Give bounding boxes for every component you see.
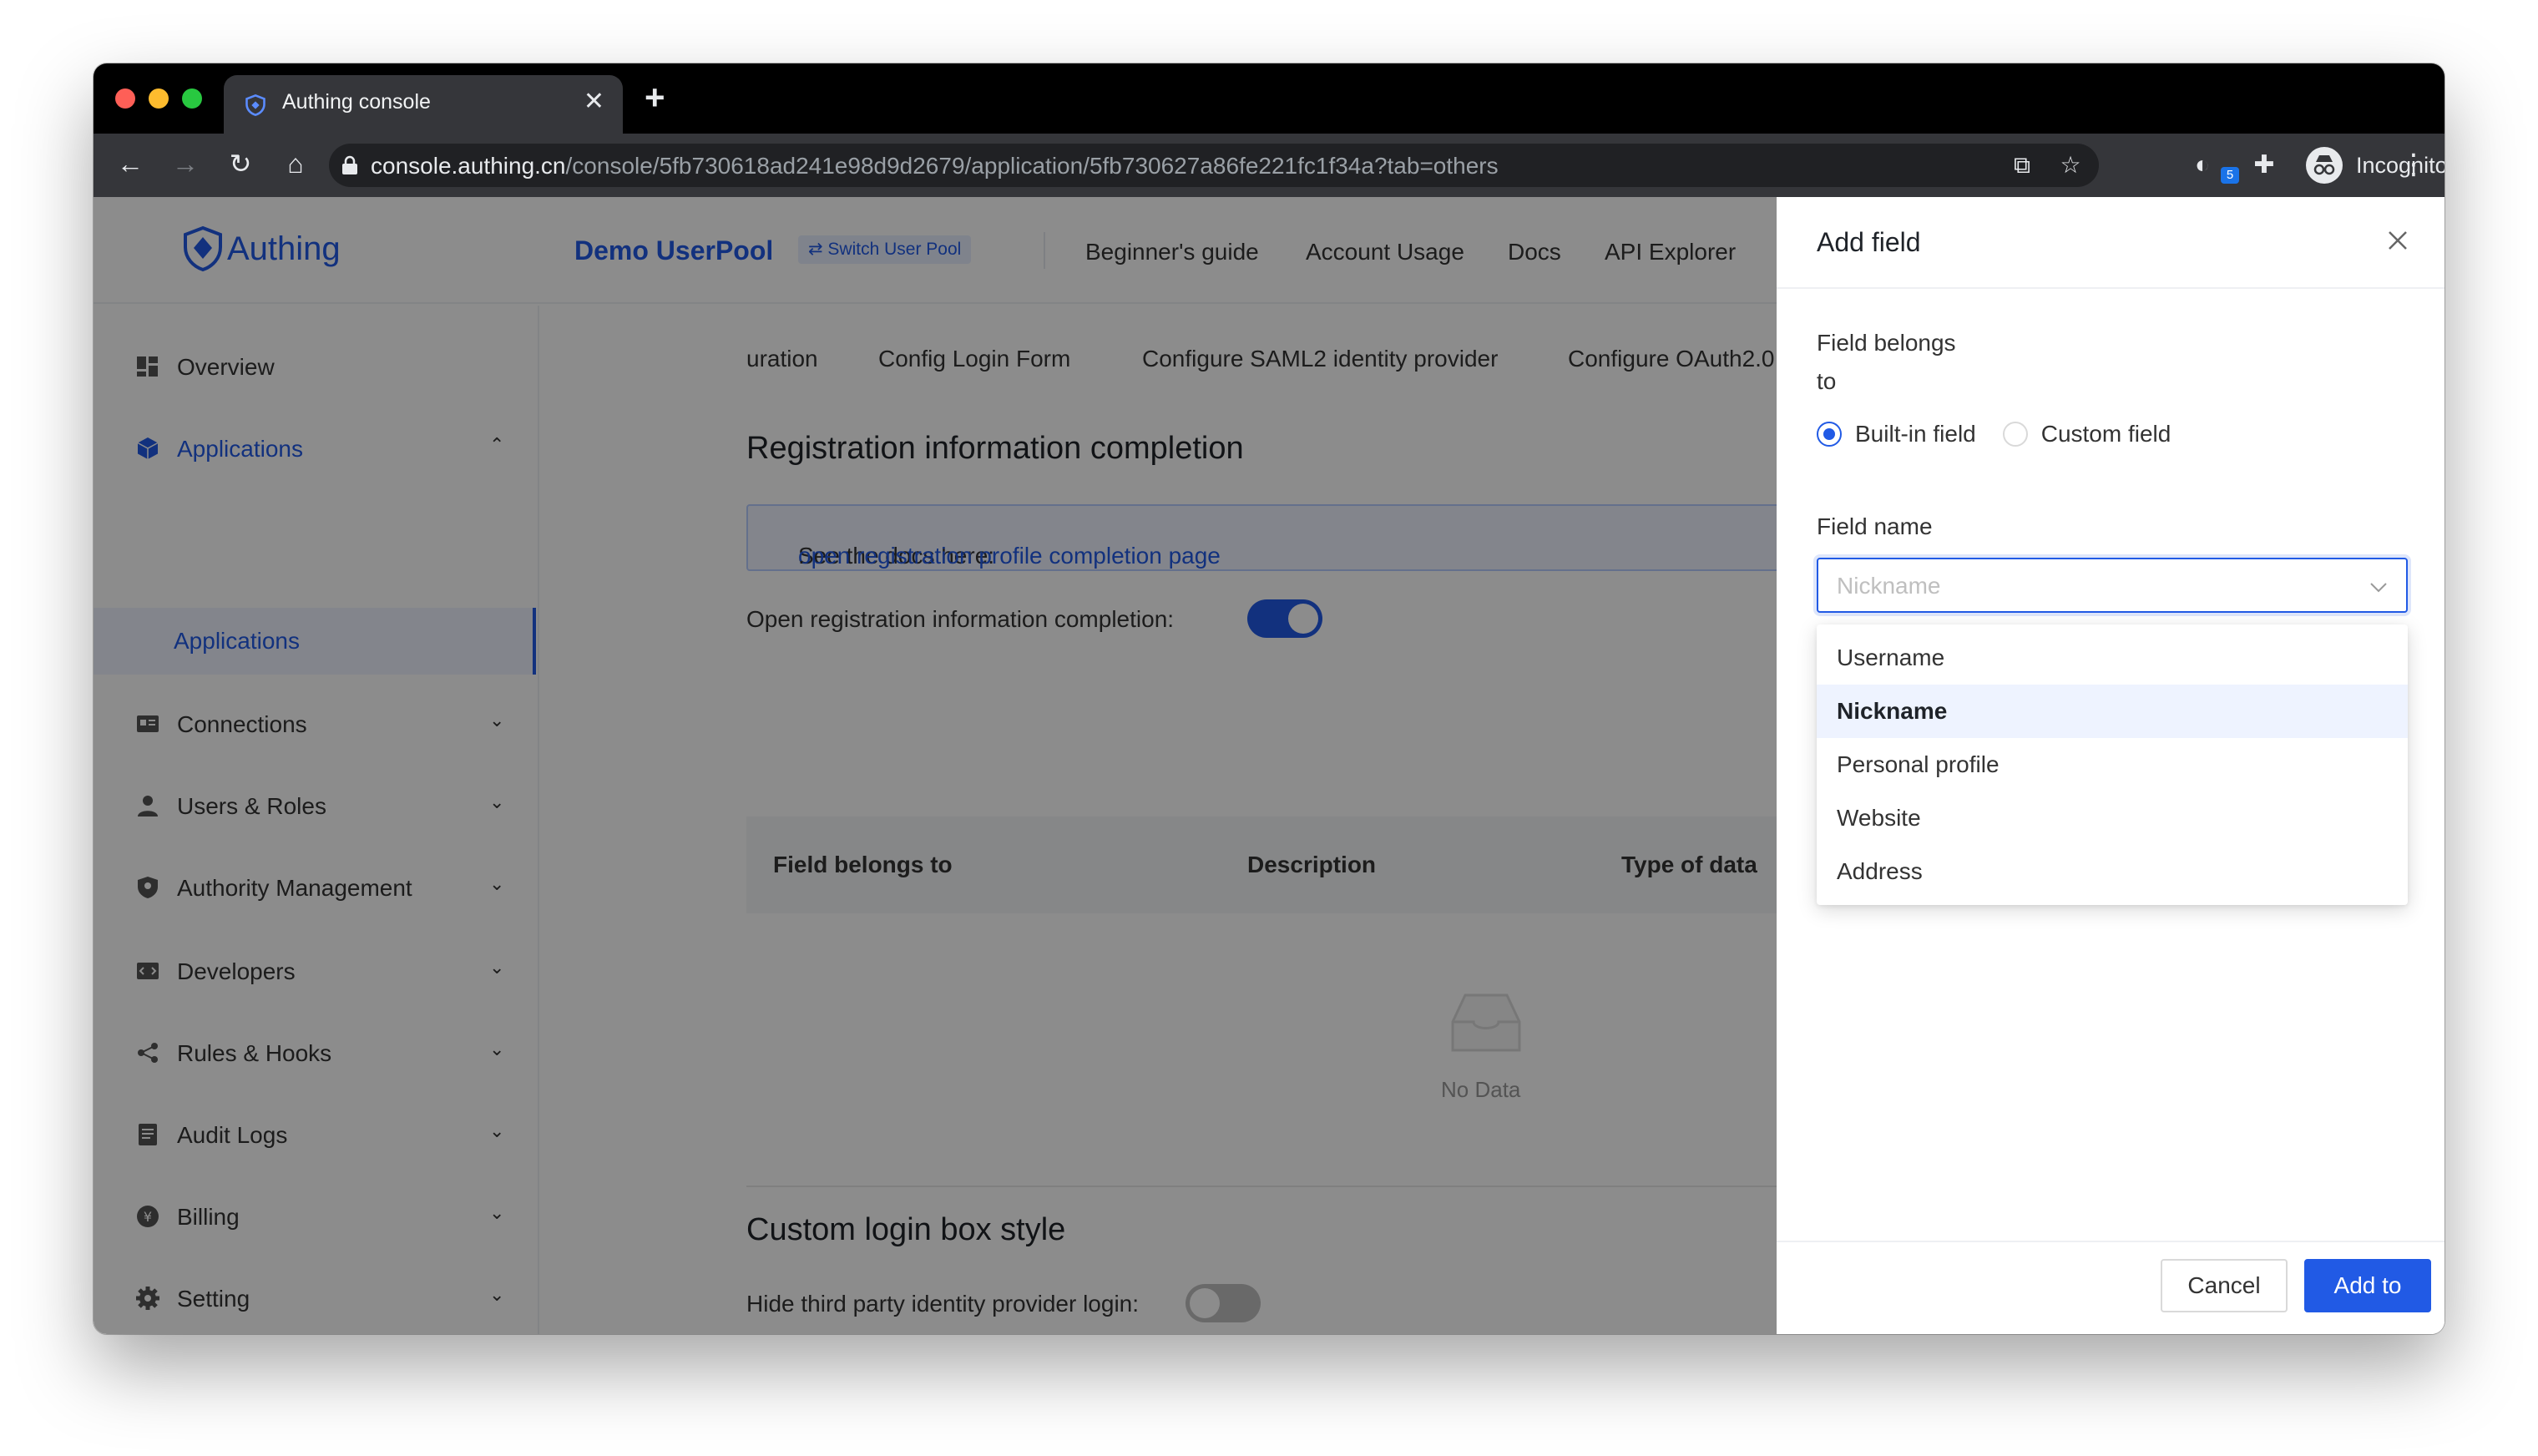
minimize-window-button[interactable] (149, 88, 169, 109)
modal-mask[interactable] (94, 197, 1870, 1334)
lock-icon (342, 155, 357, 174)
select-placeholder: Nickname (1837, 573, 1941, 599)
browser-tab[interactable]: Authing console ✕ (224, 75, 623, 134)
field-name-select[interactable]: Nickname (1817, 558, 2408, 613)
dropdown-option-nickname[interactable]: Nickname (1817, 685, 2408, 738)
dropdown-option-website[interactable]: Website (1817, 791, 2408, 845)
translate-icon[interactable]: ⧉ (2009, 152, 2035, 179)
dropdown-option-username[interactable]: Username (1817, 631, 2408, 685)
drawer-footer: Cancel Add to (1777, 1241, 2444, 1334)
radio-custom-field[interactable]: Custom field (2002, 421, 2171, 447)
field-type-radio-group: Built-in field Custom field (1817, 421, 2197, 447)
browser-window: Authing console ✕ + ← → ↻ ⌂ console.auth… (94, 63, 2444, 1334)
url-text: console.authing.cn/console/5fb730618ad24… (371, 153, 1499, 179)
maximize-window-button[interactable] (182, 88, 202, 109)
add-field-drawer: Add field Field belongs to Built-in fiel… (1777, 197, 2444, 1334)
drawer-header: Add field (1777, 197, 2444, 289)
drawer-title: Add field (1817, 227, 1921, 257)
back-icon[interactable]: ← (112, 145, 149, 182)
bookmark-star-icon[interactable]: ☆ (2057, 152, 2084, 179)
chevron-down-icon (2370, 583, 2387, 593)
dropdown-option-personal-profile[interactable]: Personal profile (1817, 738, 2408, 791)
tab-title: Authing console (282, 90, 431, 114)
home-icon[interactable]: ⌂ (277, 145, 314, 182)
radio-unchecked-icon (2002, 422, 2028, 447)
browser-menu-icon[interactable]: ⋮ (2399, 150, 2428, 179)
tab-close-icon[interactable]: ✕ (584, 87, 604, 116)
app: Authing Demo UserPool ⇄ Switch User Pool… (94, 197, 2444, 1334)
radio-builtin-field[interactable]: Built-in field (1817, 421, 1976, 447)
incognito-icon (2306, 147, 2343, 184)
field-name-dropdown: Username Nickname Personal profile Websi… (1817, 624, 2408, 905)
dropdown-option-address[interactable]: Address (1817, 845, 2408, 898)
authing-favicon-icon (245, 94, 265, 117)
field-name-label: Field name (1817, 513, 1933, 539)
add-to-button[interactable]: Add to (2304, 1259, 2431, 1312)
close-icon[interactable] (2384, 227, 2411, 254)
field-belongs-label: Field belongs to (1817, 330, 1956, 394)
tab-bar: Authing console ✕ + (94, 63, 2444, 134)
reload-icon[interactable]: ↻ (222, 145, 259, 182)
forward-icon[interactable]: → (167, 145, 204, 182)
address-bar[interactable]: console.authing.cn/console/5fb730618ad24… (329, 144, 2099, 187)
cancel-button[interactable]: Cancel (2161, 1259, 2288, 1312)
radio-checked-icon (1817, 422, 1842, 447)
new-tab-button[interactable]: + (645, 80, 665, 115)
close-window-button[interactable] (115, 88, 135, 109)
browser-toolbar: ← → ↻ ⌂ console.authing.cn/console/5fb73… (94, 134, 2444, 197)
